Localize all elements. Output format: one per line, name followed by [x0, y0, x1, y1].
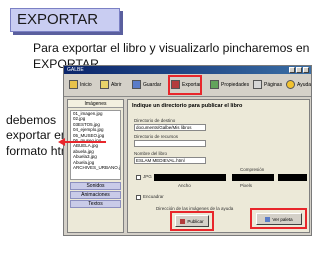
book-name-input[interactable]: ESLAM MEDIEVAL.html [134, 157, 206, 164]
maximize-icon[interactable] [296, 67, 302, 73]
images-list[interactable]: 01_imagen.jpg 02.jpg 03ESTO5.jpg 04_ejem… [70, 110, 121, 180]
dialog-title: Indique un directorio para publicar el l… [132, 103, 243, 109]
toolbar-label: Abrir [111, 81, 122, 88]
toolbar-label: Ayuda [297, 81, 312, 88]
minimize-icon[interactable] [289, 67, 295, 73]
tab-animaciones[interactable]: Animaciones [70, 191, 121, 199]
window-titlebar: GALBE [64, 66, 311, 74]
close-icon[interactable] [303, 67, 309, 73]
highlight-publish [170, 211, 214, 231]
toolbar: Inicio Abrir Guardar Exportar Propiedade… [64, 74, 311, 97]
jpg-label: JPG [143, 174, 152, 179]
resources-dir-input[interactable] [134, 140, 206, 147]
compression-label: Compresión [240, 167, 265, 172]
window-title: GALBE [67, 67, 84, 73]
width-label: Ancho [178, 183, 191, 188]
pixels-label: Pixels [240, 183, 253, 188]
book-name-label: Nombre del libro [134, 151, 168, 156]
tab-sonidos[interactable]: Sonidos [70, 182, 121, 190]
frame-label: Encuadrar [143, 194, 164, 199]
toolbar-button-paginas[interactable]: Páginas [253, 77, 282, 92]
height-input[interactable] [278, 174, 307, 181]
images-panel-header: Imágenes [68, 100, 123, 108]
toolbar-label: Propiedades [221, 81, 250, 88]
toolbar-button-guardar[interactable]: Guardar [132, 77, 161, 92]
resources-dir-label: Directorio de recursos [134, 134, 179, 139]
toolbar-button-ayuda[interactable]: Ayuda [286, 77, 311, 92]
home-icon [69, 80, 78, 89]
toolbar-button-propiedades[interactable]: Propiedades [210, 77, 249, 92]
properties-icon [210, 80, 219, 89]
pointer-arrowhead [58, 138, 65, 146]
help-icon [286, 80, 295, 89]
folder-icon [100, 80, 109, 89]
highlight-export [168, 75, 202, 95]
jpg-checkbox[interactable] [136, 175, 141, 180]
frame-checkbox[interactable] [136, 195, 141, 200]
page-title-badge: EXPORTAR [10, 8, 120, 32]
toolbar-button-inicio[interactable]: Inicio [69, 77, 92, 92]
toolbar-label: Páginas [264, 81, 283, 88]
export-dialog: Indique un directorio para publicar el l… [127, 99, 310, 233]
save-icon [132, 80, 141, 89]
pages-icon [253, 80, 262, 89]
toolbar-label: Guardar [143, 81, 162, 88]
highlight-palette [250, 208, 307, 229]
toolbar-label: Inicio [80, 81, 92, 88]
dest-dir-label: Directorio de destino [134, 118, 176, 123]
window-controls [289, 67, 309, 73]
compression-slider[interactable] [154, 174, 226, 181]
pointer-arrow [64, 141, 106, 143]
dest-dir-input[interactable]: documents/Galbe/Mis libros [134, 124, 206, 131]
app-window: GALBE Inicio Abrir Guardar Exportar Prop… [63, 65, 312, 236]
images-panel: Imágenes 01_imagen.jpg 02.jpg 03ESTO5.jp… [67, 99, 124, 233]
width-input[interactable] [232, 174, 274, 181]
tab-textos[interactable]: Textos [70, 200, 121, 208]
toolbar-button-abrir[interactable]: Abrir [100, 77, 122, 92]
list-item[interactable]: ARCHIVES_URBANO.jpg [73, 165, 120, 170]
